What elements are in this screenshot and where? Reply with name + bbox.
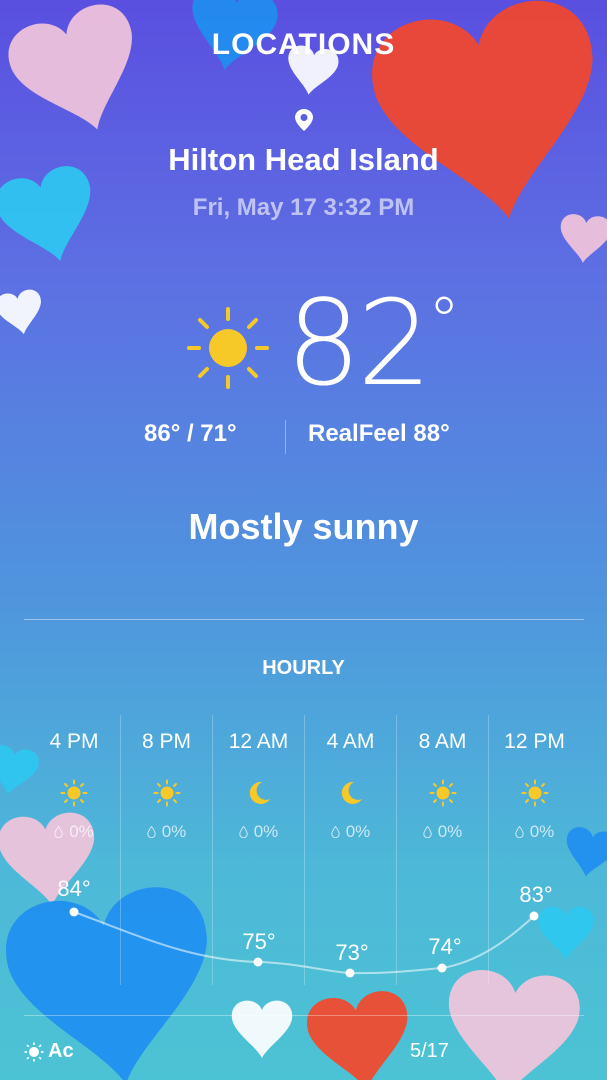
sun-icon (521, 779, 548, 807)
temp-point (253, 957, 263, 967)
moon-icon (249, 781, 270, 804)
bottom-divider (24, 1015, 584, 1016)
raindrop-icon (147, 826, 156, 838)
temp-point (529, 911, 539, 921)
hour-time: 8 AM (418, 730, 467, 753)
hourly-temp-label: 84° (57, 876, 91, 901)
sun-icon (153, 779, 180, 807)
bottom-provider[interactable]: Ac (24, 1040, 74, 1063)
hour-time: 4 AM (326, 730, 375, 753)
precip-value: 0% (437, 822, 463, 841)
provider-name: Ac (48, 1040, 74, 1062)
precip-value: 0% (345, 822, 371, 841)
precip-chance: 0% (305, 822, 396, 842)
vertical-divider (285, 420, 286, 454)
precip-value: 0% (253, 822, 279, 841)
temp-point (437, 963, 447, 973)
sun-icon (429, 779, 456, 807)
raindrop-icon (331, 826, 340, 838)
hour-time: 4 PM (49, 730, 99, 753)
precip-chance: 0% (28, 822, 120, 842)
degree-symbol: ° (428, 285, 460, 359)
precip-chance: 0% (489, 822, 580, 842)
hourly-temp-label: 73° (335, 940, 369, 965)
hourly-temp-label: 74° (428, 934, 462, 959)
high-low-temp: 86° / 71° (144, 420, 237, 447)
locations-title[interactable]: LOCATIONS (0, 28, 607, 62)
hourly-temp-label: 75° (242, 929, 276, 954)
date-time: Fri, May 17 3:32 PM (192, 194, 415, 221)
sun-icon (187, 307, 269, 389)
raindrop-icon (515, 826, 524, 838)
precip-chance: 0% (213, 822, 304, 842)
sun-icon (60, 779, 88, 807)
location-pin-icon (295, 109, 313, 131)
hour-time: 8 PM (141, 730, 191, 753)
hourly-temp-curve (69, 907, 539, 978)
location-name[interactable]: Hilton Head Island (0, 142, 607, 178)
precip-value: 0% (529, 822, 555, 841)
hour-time: 12 AM (228, 730, 289, 753)
precip-value: 0% (69, 822, 94, 841)
hourly-title: HOURLY (262, 657, 345, 679)
temperature-value: 82 (286, 274, 432, 412)
precip-value: 0% (161, 822, 187, 841)
current-temperature: 82° (286, 284, 460, 402)
raindrop-icon (423, 826, 432, 838)
raindrop-icon (54, 826, 63, 838)
accuweather-sun-icon (24, 1042, 44, 1061)
raindrop-icon (239, 826, 248, 838)
temp-point (69, 907, 79, 917)
precip-chance: 0% (121, 822, 212, 842)
hour-time: 12 PM (504, 730, 565, 753)
section-divider (24, 619, 584, 620)
weather-condition: Mostly sunny (188, 506, 419, 547)
update-date: 5/17 (410, 1040, 449, 1062)
weather-screen: LOCATIONS Hilton Head Island Fri, May 17… (0, 0, 607, 1080)
hourly-temp-label: 83° (519, 882, 553, 907)
realfeel-temp: RealFeel 88° (308, 420, 450, 447)
precip-chance: 0% (397, 822, 488, 842)
moon-icon (341, 781, 362, 804)
temp-point (345, 968, 355, 978)
